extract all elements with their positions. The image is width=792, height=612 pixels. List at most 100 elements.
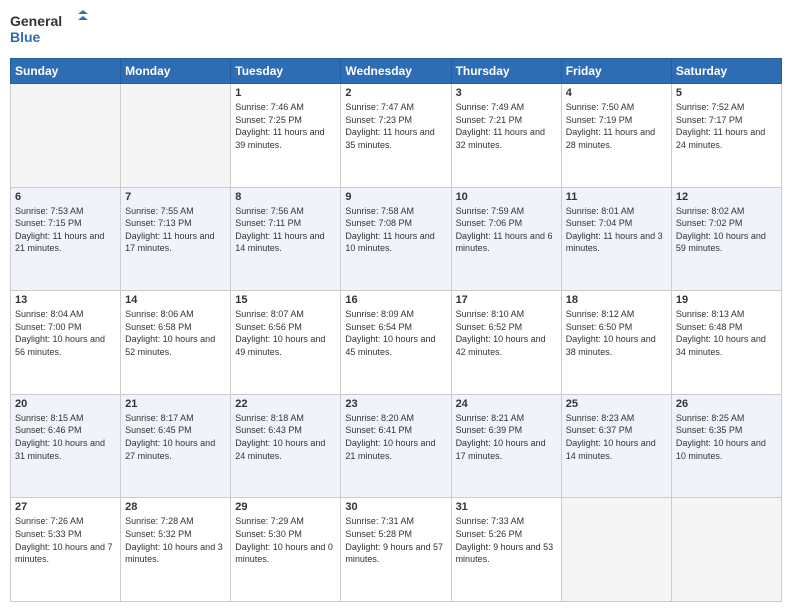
day-number: 1: [235, 87, 336, 99]
calendar-cell: 10 Sunrise: 7:59 AM Sunset: 7:06 PM Dayl…: [451, 187, 561, 291]
calendar-cell: [671, 498, 781, 602]
sunset-label: Sunset: 6:45 PM: [125, 425, 192, 435]
sunset-label: Sunset: 7:02 PM: [676, 218, 743, 228]
day-number: 29: [235, 501, 336, 513]
sunrise-label: Sunrise: 7:50 AM: [566, 102, 635, 112]
calendar-cell: 14 Sunrise: 8:06 AM Sunset: 6:58 PM Dayl…: [121, 291, 231, 395]
day-number: 26: [676, 398, 777, 410]
sunrise-label: Sunrise: 7:26 AM: [15, 516, 84, 526]
daylight-label: Daylight: 10 hours and 21 minutes.: [345, 438, 435, 461]
sunset-label: Sunset: 6:50 PM: [566, 322, 633, 332]
day-header-monday: Monday: [121, 59, 231, 84]
calendar-cell: 15 Sunrise: 8:07 AM Sunset: 6:56 PM Dayl…: [231, 291, 341, 395]
sunset-label: Sunset: 5:33 PM: [15, 529, 82, 539]
sunrise-label: Sunrise: 8:23 AM: [566, 413, 635, 423]
calendar-cell: 16 Sunrise: 8:09 AM Sunset: 6:54 PM Dayl…: [341, 291, 451, 395]
daylight-label: Daylight: 11 hours and 6 minutes.: [456, 231, 553, 254]
daylight-label: Daylight: 10 hours and 31 minutes.: [15, 438, 105, 461]
svg-text:General: General: [10, 13, 62, 29]
sunrise-label: Sunrise: 7:47 AM: [345, 102, 414, 112]
day-info: Sunrise: 7:46 AM Sunset: 7:25 PM Dayligh…: [235, 101, 336, 151]
day-info: Sunrise: 8:15 AM Sunset: 6:46 PM Dayligh…: [15, 412, 116, 462]
day-number: 5: [676, 87, 777, 99]
sunset-label: Sunset: 7:15 PM: [15, 218, 82, 228]
daylight-label: Daylight: 11 hours and 14 minutes.: [235, 231, 324, 254]
daylight-label: Daylight: 11 hours and 32 minutes.: [456, 127, 545, 150]
day-number: 24: [456, 398, 557, 410]
daylight-label: Daylight: 11 hours and 39 minutes.: [235, 127, 324, 150]
sunset-label: Sunset: 5:26 PM: [456, 529, 523, 539]
page: General Blue SundayMondayTuesdayWednesda…: [0, 0, 792, 612]
sunrise-label: Sunrise: 7:28 AM: [125, 516, 194, 526]
sunrise-label: Sunrise: 7:29 AM: [235, 516, 304, 526]
calendar-cell: 6 Sunrise: 7:53 AM Sunset: 7:15 PM Dayli…: [11, 187, 121, 291]
sunrise-label: Sunrise: 8:01 AM: [566, 206, 635, 216]
sunset-label: Sunset: 6:39 PM: [456, 425, 523, 435]
day-info: Sunrise: 8:20 AM Sunset: 6:41 PM Dayligh…: [345, 412, 446, 462]
day-info: Sunrise: 7:59 AM Sunset: 7:06 PM Dayligh…: [456, 205, 557, 255]
daylight-label: Daylight: 10 hours and 49 minutes.: [235, 334, 325, 357]
sunrise-label: Sunrise: 7:49 AM: [456, 102, 525, 112]
sunrise-label: Sunrise: 8:25 AM: [676, 413, 745, 423]
sunset-label: Sunset: 6:48 PM: [676, 322, 743, 332]
daylight-label: Daylight: 9 hours and 53 minutes.: [456, 542, 554, 565]
sunset-label: Sunset: 7:23 PM: [345, 115, 412, 125]
sunrise-label: Sunrise: 7:58 AM: [345, 206, 414, 216]
daylight-label: Daylight: 11 hours and 35 minutes.: [345, 127, 434, 150]
day-number: 12: [676, 191, 777, 203]
sunrise-label: Sunrise: 7:55 AM: [125, 206, 194, 216]
calendar-cell: 7 Sunrise: 7:55 AM Sunset: 7:13 PM Dayli…: [121, 187, 231, 291]
daylight-label: Daylight: 10 hours and 42 minutes.: [456, 334, 546, 357]
sunset-label: Sunset: 6:46 PM: [15, 425, 82, 435]
day-info: Sunrise: 7:55 AM Sunset: 7:13 PM Dayligh…: [125, 205, 226, 255]
day-header-thursday: Thursday: [451, 59, 561, 84]
calendar-cell: 1 Sunrise: 7:46 AM Sunset: 7:25 PM Dayli…: [231, 84, 341, 188]
daylight-label: Daylight: 11 hours and 28 minutes.: [566, 127, 655, 150]
day-info: Sunrise: 8:18 AM Sunset: 6:43 PM Dayligh…: [235, 412, 336, 462]
sunrise-label: Sunrise: 8:13 AM: [676, 309, 745, 319]
day-number: 2: [345, 87, 446, 99]
day-info: Sunrise: 8:21 AM Sunset: 6:39 PM Dayligh…: [456, 412, 557, 462]
daylight-label: Daylight: 10 hours and 14 minutes.: [566, 438, 656, 461]
day-info: Sunrise: 7:58 AM Sunset: 7:08 PM Dayligh…: [345, 205, 446, 255]
day-number: 13: [15, 294, 116, 306]
sunrise-label: Sunrise: 8:20 AM: [345, 413, 414, 423]
day-info: Sunrise: 8:06 AM Sunset: 6:58 PM Dayligh…: [125, 308, 226, 358]
sunrise-label: Sunrise: 8:15 AM: [15, 413, 84, 423]
day-header-sunday: Sunday: [11, 59, 121, 84]
calendar-cell: 30 Sunrise: 7:31 AM Sunset: 5:28 PM Dayl…: [341, 498, 451, 602]
sunset-label: Sunset: 6:37 PM: [566, 425, 633, 435]
calendar-cell: 26 Sunrise: 8:25 AM Sunset: 6:35 PM Dayl…: [671, 394, 781, 498]
sunrise-label: Sunrise: 7:33 AM: [456, 516, 525, 526]
sunrise-label: Sunrise: 7:59 AM: [456, 206, 525, 216]
day-number: 16: [345, 294, 446, 306]
day-number: 3: [456, 87, 557, 99]
day-info: Sunrise: 8:07 AM Sunset: 6:56 PM Dayligh…: [235, 308, 336, 358]
day-number: 23: [345, 398, 446, 410]
sunset-label: Sunset: 6:56 PM: [235, 322, 302, 332]
daylight-label: Daylight: 10 hours and 3 minutes.: [125, 542, 223, 565]
daylight-label: Daylight: 11 hours and 3 minutes.: [566, 231, 663, 254]
day-header-wednesday: Wednesday: [341, 59, 451, 84]
day-number: 19: [676, 294, 777, 306]
day-info: Sunrise: 8:02 AM Sunset: 7:02 PM Dayligh…: [676, 205, 777, 255]
calendar-cell: 18 Sunrise: 8:12 AM Sunset: 6:50 PM Dayl…: [561, 291, 671, 395]
sunrise-label: Sunrise: 8:12 AM: [566, 309, 635, 319]
calendar-cell: 31 Sunrise: 7:33 AM Sunset: 5:26 PM Dayl…: [451, 498, 561, 602]
day-info: Sunrise: 7:28 AM Sunset: 5:32 PM Dayligh…: [125, 515, 226, 565]
sunrise-label: Sunrise: 8:06 AM: [125, 309, 194, 319]
calendar-cell: 8 Sunrise: 7:56 AM Sunset: 7:11 PM Dayli…: [231, 187, 341, 291]
calendar-cell: 13 Sunrise: 8:04 AM Sunset: 7:00 PM Dayl…: [11, 291, 121, 395]
calendar-cell: 28 Sunrise: 7:28 AM Sunset: 5:32 PM Dayl…: [121, 498, 231, 602]
calendar-cell: 9 Sunrise: 7:58 AM Sunset: 7:08 PM Dayli…: [341, 187, 451, 291]
daylight-label: Daylight: 10 hours and 59 minutes.: [676, 231, 766, 254]
day-number: 20: [15, 398, 116, 410]
day-number: 28: [125, 501, 226, 513]
daylight-label: Daylight: 10 hours and 34 minutes.: [676, 334, 766, 357]
daylight-label: Daylight: 10 hours and 52 minutes.: [125, 334, 215, 357]
sunset-label: Sunset: 7:04 PM: [566, 218, 633, 228]
daylight-label: Daylight: 10 hours and 10 minutes.: [676, 438, 766, 461]
sunrise-label: Sunrise: 7:31 AM: [345, 516, 414, 526]
daylight-label: Daylight: 10 hours and 27 minutes.: [125, 438, 215, 461]
day-info: Sunrise: 8:13 AM Sunset: 6:48 PM Dayligh…: [676, 308, 777, 358]
